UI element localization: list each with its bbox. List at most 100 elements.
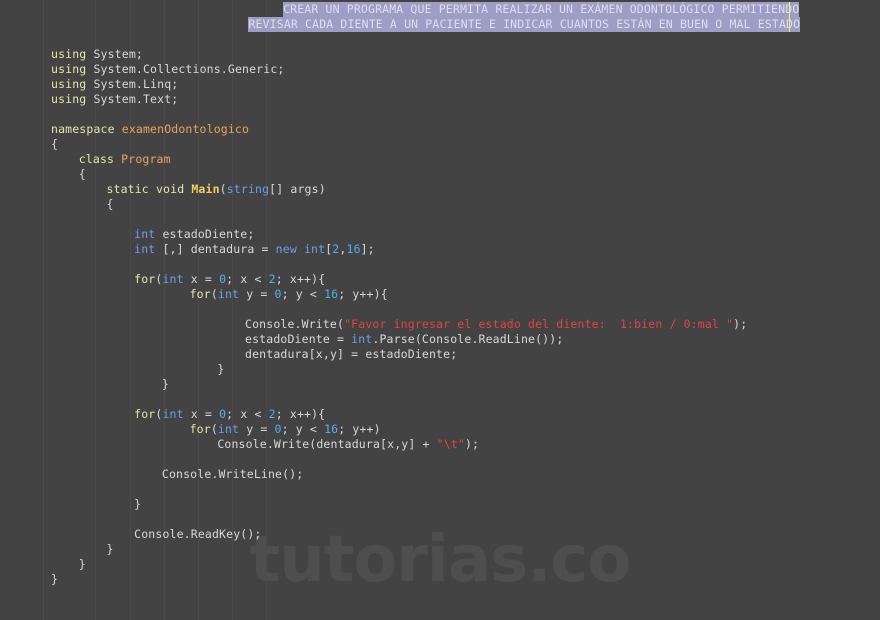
code-token: [ [380,437,388,451]
code-token: ( [155,407,163,421]
code-line: class Program [79,152,171,167]
code-token: . [220,62,228,76]
code-token: 0 [219,272,227,286]
code-token: class [78,152,115,166]
code-token: y [295,422,303,436]
code-token: ; [275,407,290,421]
code-token: 0 [274,287,282,301]
code-line: int estadoDiente; [134,227,254,242]
code-token: int [162,407,184,421]
code-token: "Favor ingresar el estado del diente: 1:… [344,317,734,331]
selected-text-line-2[interactable]: REVISAR CADA DIENTE A UN PACIENTE E INDI… [248,17,801,32]
indent-guide [95,0,96,620]
code-token: Console [161,467,212,481]
code-line: int [,] dentadura = new int[2,16]; [134,242,375,257]
code-token: using [51,77,87,91]
code-token: new [275,242,297,256]
code-token: { [51,137,59,151]
code-token: ( [414,332,422,346]
code-token: } [106,542,114,556]
code-token: using [51,47,87,61]
code-token: Console [134,527,184,541]
code-token: dentadura [245,347,309,361]
code-token: Text [142,92,172,106]
code-token: examenOdontologico [121,122,250,136]
code-token: ; [450,347,458,361]
code-token: . [294,317,302,331]
code-token: ; [281,287,296,301]
code-token: . [372,332,380,346]
code-token: . [135,62,143,76]
code-token: x [289,407,297,421]
code-token: "\t" [436,437,465,451]
code-token: x [240,407,248,421]
code-token: ( [219,182,227,196]
code-line: using System.Collections.Generic; [51,62,284,77]
code-token: . [135,77,143,91]
code-token: void [155,182,185,196]
code-token: . [135,92,143,106]
code-token: int [134,227,156,241]
text-caret [789,2,790,32]
code-token: Generic [227,62,278,76]
code-token: ]; [360,242,375,256]
code-token: [,] [155,242,191,256]
code-editor[interactable]: tutorias.co 1234567891011121314151617181… [0,0,880,620]
code-line: using System.Linq; [51,77,178,92]
code-token: ( [210,287,218,301]
code-token: ] = [337,347,366,361]
code-line: Console.Write(dentadura[x,y] + "\t"); [217,437,479,452]
code-token: = [197,272,220,286]
code-token: ); [733,317,748,331]
code-token: Console [245,317,295,331]
code-token: x [190,272,198,286]
code-token: Write [273,437,310,451]
code-token: 2 [268,407,276,421]
code-token: ; [171,77,179,91]
code-token: ()); [535,332,564,346]
code-token: x [387,437,395,451]
code-token: (); [282,467,304,481]
selected-text-line-1[interactable]: CREAR UN PROGRAMA QUE PERMITA REALIZAR U… [283,2,800,17]
code-token: Console [421,332,472,346]
code-token: Console [217,437,267,451]
code-token: for [189,287,211,301]
code-token: ( [155,272,163,286]
code-token: ; [226,272,241,286]
code-token: y [329,347,338,361]
line-number-gutter [0,0,43,620]
code-token: . [471,332,479,346]
code-token: ; [281,422,296,436]
code-token: int [217,287,240,301]
code-line: } [79,557,86,572]
code-token: 16 [346,242,361,256]
code-token: 0 [219,407,227,421]
code-token: WriteLine [218,467,283,481]
code-token: x [190,407,198,421]
code-line: for(int x = 0; x < 2; x++){ [134,407,325,422]
indent-guide [164,0,165,620]
gutter-separator [43,0,44,620]
code-line: } [217,362,224,377]
code-token: y [246,422,254,436]
code-token: ; [275,272,290,286]
code-token: ++) [359,422,381,436]
code-token: ; [171,92,179,106]
code-token: ; [135,47,143,61]
code-line: namespace examenOdontologico [51,122,249,137]
indent-guide [130,0,131,620]
code-token: namespace [51,122,115,136]
code-token: { [78,167,86,181]
code-token: { [106,197,114,211]
code-token: Linq [142,77,172,91]
code-token: . [211,467,219,481]
code-token: 2 [332,242,340,256]
code-token: ; [338,422,353,436]
